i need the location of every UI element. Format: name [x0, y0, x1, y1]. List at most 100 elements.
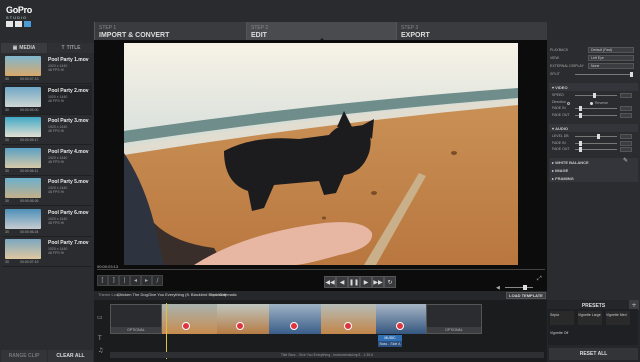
slider-track[interactable] — [575, 106, 617, 111]
clip-duration: 00:00:05:17 — [20, 138, 39, 142]
clip-fps: 30 — [5, 229, 9, 234]
slider-thumb[interactable] — [579, 140, 582, 146]
slider-track[interactable] — [575, 140, 617, 146]
clip-duration: 00:00:06:11 — [20, 168, 39, 173]
slider-thumb[interactable] — [597, 134, 600, 139]
property-dropdown[interactable]: Default (Fast) — [588, 47, 634, 53]
marker-icon[interactable] — [290, 322, 298, 330]
step-title: EXPORT — [401, 32, 430, 39]
clip-thumbnail[interactable] — [5, 56, 41, 76]
next-frame-button[interactable]: ▸ — [141, 275, 152, 286]
clip-info: 1920 x 1440 48 FPS Hi — [48, 247, 68, 255]
slider-value-box[interactable] — [620, 106, 632, 111]
direction-radio-reverse[interactable] — [590, 102, 593, 105]
section-image[interactable]: ▸ IMAGE — [549, 166, 638, 174]
slider-thumb[interactable] — [579, 106, 582, 111]
marker-icon[interactable] — [396, 322, 404, 330]
eyedropper-icon[interactable]: ✎ — [623, 157, 628, 164]
volume-thumb[interactable] — [523, 285, 527, 290]
clip-thumbnail[interactable] — [5, 147, 41, 168]
timeline-slot-optional[interactable]: OPTIONAL — [110, 304, 162, 334]
slider-track[interactable] — [575, 112, 617, 118]
clip-name: Pool Party 2.mov — [48, 87, 89, 94]
split-button[interactable]: | — [119, 275, 130, 286]
music-subtag[interactable]: Bass - Side A — [378, 341, 402, 347]
marker-icon[interactable] — [182, 322, 190, 330]
marker-icon[interactable] — [344, 322, 352, 330]
step-back-button[interactable]: ◀ — [336, 276, 348, 288]
preset-label[interactable]: Sepia — [550, 313, 559, 317]
playhead[interactable] — [166, 303, 167, 359]
property-label: EXTERNAL DISPLAY — [550, 64, 584, 68]
theme-loop-value[interactable]: Chicken The Dog — [117, 292, 148, 297]
scrub-bar[interactable] — [97, 269, 545, 270]
media-clip-item[interactable]: Pool Party 7.mov 1920 x 1440 48 FPS Hi 30 0… — [2, 237, 92, 267]
slider-value-box[interactable] — [620, 93, 632, 98]
timeline-clip[interactable] — [217, 304, 269, 334]
fast-forward-button[interactable]: ▶▶ — [372, 276, 384, 288]
tab-title[interactable]: T TITLE — [48, 43, 94, 53]
slider-track[interactable] — [575, 147, 617, 152]
range-clip-button[interactable]: RANGE CLIP — [1, 350, 47, 362]
slider-value-box[interactable] — [620, 147, 632, 152]
media-clip-item[interactable]: Pool Party 1.mov 1920 x 1440 48 FPS Hi 30 0… — [2, 54, 92, 84]
clip-duration: 00:00:07:19 — [20, 260, 39, 264]
tab-media[interactable]: ▣ MEDIA — [1, 43, 47, 53]
slider-value-box[interactable] — [620, 140, 632, 146]
style-value[interactable]: Cinematic — [219, 292, 237, 297]
preset-label[interactable]: Vignette Off — [550, 331, 568, 335]
media-clip-item[interactable]: Pool Party 6.mov 1920 x 1440 48 FPS Hi 30 0… — [2, 207, 92, 237]
volume-slider[interactable] — [505, 285, 533, 290]
media-clip-item[interactable]: Pool Party 4.mov 1920 x 1440 48 FPS Hi 30 0… — [2, 146, 92, 176]
crop-button[interactable]: / — [152, 275, 163, 286]
slider-label: FADE OUT — [552, 112, 570, 117]
section-label: AUDIO — [555, 125, 569, 131]
property-dropdown[interactable]: None — [588, 63, 634, 69]
direction-option-label: Reverse — [595, 101, 609, 105]
slider-value-box[interactable] — [620, 112, 632, 118]
split-thumb[interactable] — [630, 72, 633, 77]
clip-thumbnail[interactable] — [5, 178, 41, 198]
section-video[interactable]: ▾ VIDEO — [549, 83, 638, 91]
clear-all-button[interactable]: CLEAR ALL — [48, 350, 93, 362]
reset-all-button[interactable]: RESET ALL — [549, 348, 638, 360]
load-template-button[interactable]: LOAD TEMPLATE — [506, 292, 546, 299]
media-clip-item[interactable]: Pool Party 3.mov 1920 x 1440 48 FPS Hi 30 0… — [2, 115, 92, 145]
mark-out-button[interactable]: ] — [108, 275, 119, 286]
fullscreen-icon[interactable]: ⤢ — [537, 275, 542, 283]
media-clip-item[interactable]: Pool Party 5.mov 1920 x 1440 48 FPS Hi 30 0… — [2, 176, 92, 206]
preset-label[interactable]: Vignette Large — [578, 313, 601, 317]
mark-in-button[interactable]: [ — [97, 275, 108, 286]
pause-button[interactable]: ❚❚ — [348, 276, 360, 288]
step-forward-button[interactable]: ▶ — [360, 276, 372, 288]
property-dropdown[interactable]: Left Eye — [588, 55, 634, 61]
split-slider[interactable] — [575, 74, 633, 75]
slider-value-box[interactable] — [620, 134, 632, 139]
clip-thumbnail[interactable] — [5, 86, 41, 107]
media-clip-item[interactable]: Pool Party 2.mov 1920 x 1440 48 FPS Hi 30 0… — [2, 84, 92, 115]
direction-radio-forward[interactable] — [567, 102, 570, 105]
slider-thumb[interactable] — [579, 147, 582, 152]
slider-track[interactable] — [575, 134, 617, 139]
slider-thumb[interactable] — [579, 112, 582, 118]
marker-icon[interactable] — [236, 322, 244, 330]
clip-thumbnail[interactable] — [5, 117, 41, 137]
slider-track[interactable] — [575, 93, 617, 98]
step-export[interactable]: STEP 3 EXPORT — [396, 22, 547, 40]
fast-forward-icon: ▶▶ — [373, 278, 383, 286]
timeline-clip[interactable] — [162, 304, 217, 334]
prev-frame-button[interactable]: ◂ — [130, 275, 141, 286]
rewind-button[interactable]: ◀◀ — [324, 276, 336, 288]
timeline-slot-optional[interactable]: OPTIONAL — [426, 304, 482, 334]
step-import-convert[interactable]: STEP 1 IMPORT & CONVERT — [94, 22, 246, 40]
preset-label[interactable]: Vignette Med — [606, 313, 627, 317]
audio-track-bar[interactable]: Title Bars - Give You Everything - Instr… — [110, 352, 544, 358]
clip-thumbnail[interactable] — [5, 208, 41, 229]
slider-thumb[interactable] — [593, 93, 596, 98]
clip-name: Pool Party 5.mov — [48, 179, 89, 185]
section-audio[interactable]: ▾ AUDIO — [549, 124, 638, 132]
section-framing[interactable]: ▸ FRAMING — [549, 174, 638, 182]
video-preview[interactable] — [124, 43, 518, 265]
clip-thumbnail[interactable] — [5, 239, 41, 259]
loop-button[interactable]: ↻ — [384, 276, 396, 288]
